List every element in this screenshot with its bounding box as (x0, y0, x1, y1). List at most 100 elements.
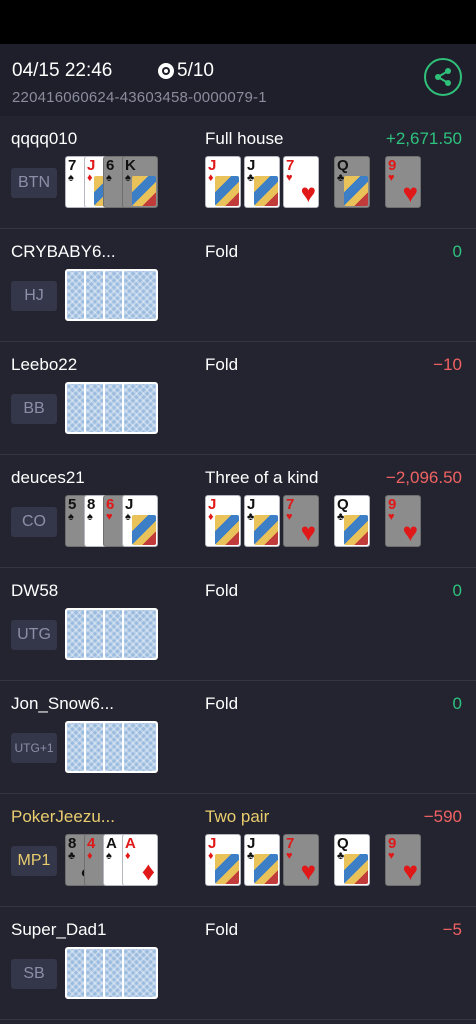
players.0.board-card: Q ♣ (334, 156, 370, 208)
player-row[interactable]: DW58 Fold 0 UTG (0, 568, 476, 681)
card-suit-icon: ♠ (68, 511, 74, 523)
player-row[interactable]: CRYBABY6... Fold 0 HJ (0, 229, 476, 342)
player-row[interactable]: Leebo22 Fold −10 BB (0, 342, 476, 455)
card-back (122, 721, 158, 773)
card-suit-icon: ♥ (388, 850, 395, 862)
blinds-value: 5/10 (177, 60, 214, 81)
card-rank: 7 (286, 157, 295, 174)
card-suit-icon: ♦ (87, 850, 93, 862)
card-suit-icon: ♥ (300, 178, 316, 208)
player-name: qqqq010 (11, 129, 78, 148)
card-suit-icon: ♥ (388, 511, 395, 523)
hole-cards (65, 269, 161, 321)
card-suit-icon: ♥ (300, 856, 316, 886)
hand-header: 04/15 22:46 5/10 220416060624-43603458-0… (0, 44, 476, 116)
players.6.board-card: 9 ♥ ♥ (385, 834, 421, 886)
card-suit-icon: ♥ (286, 850, 293, 862)
face-card-art (344, 515, 368, 545)
board-card-slot: J ♦ (205, 495, 241, 547)
board-card-slot: 7 ♥ ♥ (283, 834, 319, 886)
blinds-info: 5/10 (158, 60, 214, 82)
card-rank: K (125, 157, 136, 174)
chip-result: +2,671.50 (385, 129, 462, 148)
position-badge: UTG+1 (11, 733, 57, 763)
card-rank: Q (337, 157, 349, 174)
chip-result: −2,096.50 (385, 468, 462, 487)
chip-result: −5 (442, 920, 462, 939)
player-row[interactable]: deuces21Three of a kind−2,096.50CO5♠♠8♠♠… (0, 455, 476, 568)
card-rank: 7 (68, 157, 77, 174)
hole-cards (65, 947, 161, 999)
players.0.board-card: J ♦ (205, 156, 241, 208)
hand-result-label: Three of a kind (205, 468, 319, 487)
player-name: Super_Dad1 (11, 920, 107, 939)
card-rank: 9 (388, 157, 397, 174)
hand-datetime: 04/15 22:46 (12, 60, 113, 81)
player-name: DW58 (11, 581, 59, 600)
face-card-art (344, 176, 368, 206)
players.6.board-card: Q ♣ (334, 834, 370, 886)
card-suit-icon: ♥ (286, 172, 293, 184)
face-card-art (254, 854, 278, 884)
board-card-slot: 9 ♥ ♥ (385, 495, 421, 547)
card-suit-icon: ♥ (106, 511, 113, 523)
board-card-slot: 9 ♥ ♥ (385, 156, 421, 208)
card-back (122, 608, 158, 660)
card-suit-icon: ♠ (125, 172, 131, 184)
player-row[interactable]: PokerJeezu...Two pair−590MP18♣♣4♦♦A♠♠A♦♦… (0, 794, 476, 907)
face-card-art (132, 176, 156, 206)
card-rank: J (208, 157, 217, 174)
card-back (122, 947, 158, 999)
card-suit-icon: ♦ (87, 172, 93, 184)
card-rank: Q (337, 496, 349, 513)
player-name: Jon_Snow6... (11, 694, 115, 713)
players.0.hole_cards-card: K ♠ (122, 156, 158, 208)
card-rank: J (247, 496, 256, 513)
board-card-slot: J ♣ (244, 495, 280, 547)
hand-result-label: Fold (205, 355, 239, 374)
hole-cards: 8♣♣4♦♦A♠♠A♦♦ (65, 834, 161, 886)
player-name: Leebo22 (11, 355, 78, 374)
player-row[interactable]: Jon_Snow6... Fold 0 UTG+1 (0, 681, 476, 794)
card-rank: 4 (87, 835, 96, 852)
chip-result: −10 (433, 355, 462, 374)
players.3.board-card: J ♦ (205, 495, 241, 547)
board-card-slot: J ♣ (244, 156, 280, 208)
hole-cards (65, 382, 161, 434)
card-suit-icon: ♦ (141, 856, 155, 886)
position-badge: HJ (11, 281, 57, 311)
status-bar (0, 0, 476, 44)
hole-cards: 5♠♠8♠♠6♥♥J♠ (65, 495, 161, 547)
board-card-slot: 7 ♥ ♥ (283, 495, 319, 547)
board-card-slot: J ♣ (244, 834, 280, 886)
players.0.board-card: J ♣ (244, 156, 280, 208)
card-suit-icon: ♦ (208, 511, 214, 523)
player-name: deuces21 (11, 468, 85, 487)
face-card-art (254, 515, 278, 545)
players.3.hole_cards-card: J ♠ (122, 495, 158, 547)
hole-cards: 7♠♠J♦6♠♠K♠ (65, 156, 161, 208)
board-card-slot: 9 ♥ ♥ (385, 834, 421, 886)
board-card-slot: J ♦ (205, 834, 241, 886)
hole-cards (65, 721, 161, 773)
player-row[interactable]: Super_Dad1 Fold −5 SB (0, 907, 476, 1020)
hand-result-label: Full house (205, 129, 284, 148)
card-suit-icon: ♠ (87, 511, 93, 523)
face-card-art (215, 176, 239, 206)
card-rank: 6 (106, 496, 115, 513)
face-card-art (132, 515, 156, 545)
card-back (122, 382, 158, 434)
share-button[interactable] (424, 58, 462, 96)
card-suit-icon: ♠ (106, 172, 112, 184)
face-card-art (344, 854, 368, 884)
card-suit-icon: ♥ (388, 172, 395, 184)
card-rank: J (87, 157, 96, 174)
card-suit-icon: ♥ (402, 856, 418, 886)
player-row[interactable]: qqqq010Full house+2,671.50BTN7♠♠J♦6♠♠K♠J… (0, 116, 476, 229)
card-rank: 5 (68, 496, 77, 513)
players.3.board-card: 9 ♥ ♥ (385, 495, 421, 547)
chip-result: 0 (452, 242, 462, 261)
hand-id: 220416060624-43603458-0000079-1 (12, 89, 267, 106)
card-suit-icon: ♣ (68, 850, 76, 862)
card-suit-icon: ♦ (125, 850, 131, 862)
